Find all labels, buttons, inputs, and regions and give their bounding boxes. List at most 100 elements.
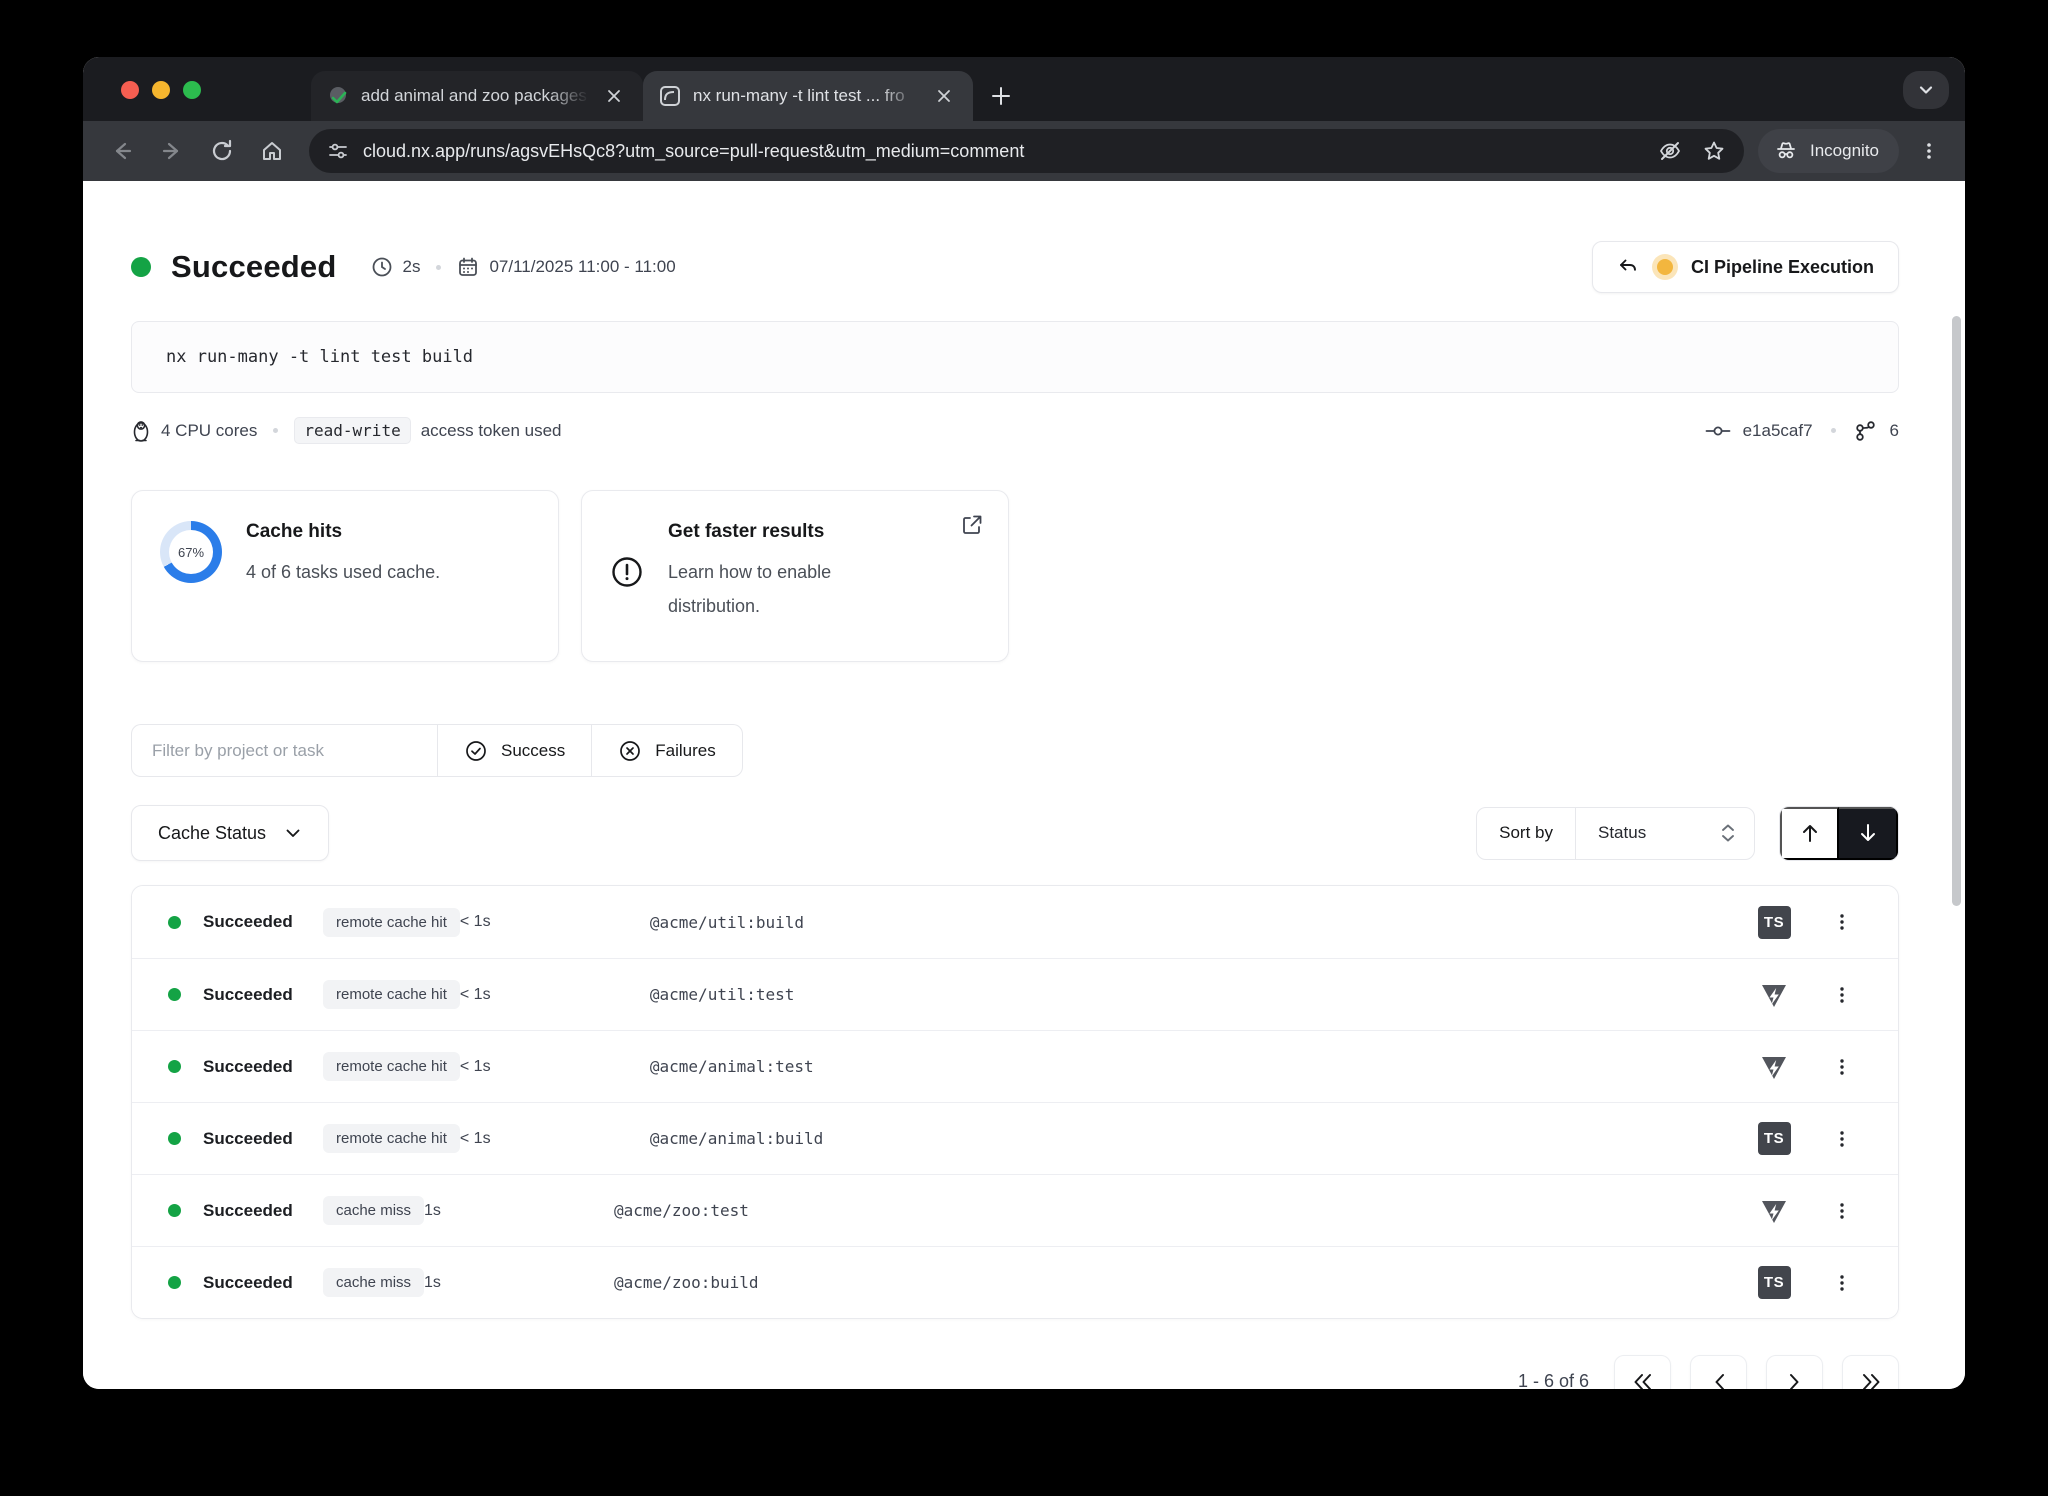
bookmark-star-icon[interactable] xyxy=(1702,139,1726,163)
tab-pull-request[interactable]: add animal and zoo packages xyxy=(311,71,643,121)
task-row[interactable]: Succeeded cache miss 1s @acme/zoo:test xyxy=(132,1174,1898,1246)
row-duration: 1s xyxy=(424,1274,614,1292)
task-row[interactable]: Succeeded remote cache hit < 1s @acme/ut… xyxy=(132,958,1898,1030)
tab-close-icon[interactable] xyxy=(931,83,957,109)
page-scrollbar[interactable] xyxy=(1952,316,1961,906)
tab-strip: add animal and zoo packages nx run-many … xyxy=(83,57,1965,121)
row-menu-icon[interactable] xyxy=(1822,985,1862,1005)
separator-dot xyxy=(1831,428,1836,433)
pagination: 1 - 6 of 6 xyxy=(131,1355,1899,1389)
cache-badge: remote cache hit xyxy=(323,1052,460,1081)
external-link-icon[interactable] xyxy=(960,513,984,537)
task-row[interactable]: Succeeded remote cache hit < 1s @acme/an… xyxy=(132,1030,1898,1102)
typescript-icon: TS xyxy=(1758,1122,1791,1155)
separator-dot xyxy=(436,265,441,270)
sort-control: Sort by Status xyxy=(1476,807,1755,860)
browser-menu-icon[interactable] xyxy=(1909,131,1949,171)
row-menu-icon[interactable] xyxy=(1822,1057,1862,1077)
task-name[interactable]: @acme/util:build xyxy=(650,913,1726,932)
row-status: Succeeded xyxy=(203,1057,305,1077)
task-name[interactable]: @acme/util:test xyxy=(650,985,1726,1004)
task-name[interactable]: @acme/zoo:build xyxy=(614,1273,1726,1292)
task-row[interactable]: Succeeded cache miss 1s @acme/zoo:build … xyxy=(132,1246,1898,1318)
eye-off-icon[interactable] xyxy=(1658,139,1682,163)
distribution-title: Get faster results xyxy=(668,521,831,543)
sort-descending-button[interactable] xyxy=(1839,807,1898,860)
cache-percent-label: 67% xyxy=(178,545,204,560)
address-bar[interactable]: cloud.nx.app/runs/agsvEHsQc8?utm_source=… xyxy=(309,129,1744,173)
cache-badge: remote cache hit xyxy=(323,1124,460,1153)
status-dot xyxy=(168,1132,181,1145)
pipeline-button-label: CI Pipeline Execution xyxy=(1691,257,1874,278)
row-status: Succeeded xyxy=(203,912,305,932)
status-dot xyxy=(168,988,181,1001)
task-name[interactable]: @acme/zoo:test xyxy=(614,1201,1726,1220)
filter-input[interactable] xyxy=(131,724,437,777)
zoom-window-button[interactable] xyxy=(183,81,201,99)
distribution-card[interactable]: Get faster results Learn how to enable d… xyxy=(581,490,1009,662)
close-window-button[interactable] xyxy=(121,81,139,99)
row-status: Succeeded xyxy=(203,1201,305,1221)
url-text[interactable]: cloud.nx.app/runs/agsvEHsQc8?utm_source=… xyxy=(363,141,1644,162)
run-header: Succeeded 2s 07/11/2025 11:00 - 11:00 CI… xyxy=(131,241,1899,293)
previous-page-button[interactable] xyxy=(1690,1355,1747,1389)
row-menu-icon[interactable] xyxy=(1822,1273,1862,1293)
calendar-icon xyxy=(457,256,479,278)
filter-failures-button[interactable]: Failures xyxy=(592,724,742,777)
commit-sha[interactable]: e1a5caf7 xyxy=(1743,421,1813,441)
status-dot xyxy=(131,257,151,277)
tab-title: nx run-many -t lint test ... fro xyxy=(693,86,919,106)
access-token-text: access token used xyxy=(421,421,562,441)
sort-field-select[interactable]: Status xyxy=(1576,808,1754,859)
ci-pipeline-execution-button[interactable]: CI Pipeline Execution xyxy=(1592,241,1899,293)
failures-label: Failures xyxy=(655,741,715,761)
branch-count[interactable]: 6 xyxy=(1890,421,1899,441)
branch-icon xyxy=(1854,419,1878,443)
cache-badge: cache miss xyxy=(323,1268,424,1297)
cache-status-label: Cache Status xyxy=(158,823,266,844)
minimize-window-button[interactable] xyxy=(152,81,170,99)
site-settings-icon[interactable] xyxy=(327,140,349,162)
last-page-button[interactable] xyxy=(1842,1355,1899,1389)
forward-button[interactable] xyxy=(149,128,195,174)
row-menu-icon[interactable] xyxy=(1822,1129,1862,1149)
new-tab-button[interactable] xyxy=(981,76,1021,116)
pagination-label: 1 - 6 of 6 xyxy=(1518,1371,1589,1389)
row-menu-icon[interactable] xyxy=(1822,912,1862,932)
first-page-button[interactable] xyxy=(1614,1355,1671,1389)
vitest-icon xyxy=(1726,979,1822,1011)
distribution-line1: Learn how to enable xyxy=(668,562,831,582)
cache-hits-subtitle: 4 of 6 tasks used cache. xyxy=(246,555,440,589)
task-name[interactable]: @acme/animal:build xyxy=(650,1129,1726,1148)
incognito-label: Incognito xyxy=(1810,141,1879,161)
task-row[interactable]: Succeeded remote cache hit < 1s @acme/ut… xyxy=(132,886,1898,958)
cache-badge: remote cache hit xyxy=(323,908,460,937)
status-dot xyxy=(168,916,181,929)
back-button[interactable] xyxy=(99,128,145,174)
tab-search-button[interactable] xyxy=(1903,71,1949,109)
status-dot xyxy=(168,1060,181,1073)
distribution-line2: distribution. xyxy=(668,596,760,616)
sort-ascending-button[interactable] xyxy=(1780,807,1839,860)
next-page-button[interactable] xyxy=(1766,1355,1823,1389)
nx-cloud-icon xyxy=(659,85,681,107)
tab-close-icon[interactable] xyxy=(601,83,627,109)
cache-hits-card[interactable]: 67% Cache hits 4 of 6 tasks used cache. xyxy=(131,490,559,662)
row-duration: < 1s xyxy=(460,1058,650,1076)
home-button[interactable] xyxy=(249,128,295,174)
task-name[interactable]: @acme/animal:test xyxy=(650,1057,1726,1076)
reload-button[interactable] xyxy=(199,128,245,174)
row-menu-icon[interactable] xyxy=(1822,1201,1862,1221)
tab-nx-cloud-run[interactable]: nx run-many -t lint test ... fro xyxy=(643,71,973,121)
cache-status-dropdown[interactable]: Cache Status xyxy=(131,805,329,861)
sort-direction-group xyxy=(1779,806,1899,861)
row-duration: < 1s xyxy=(460,986,650,1004)
sort-by-label: Sort by xyxy=(1477,808,1576,859)
clock-icon xyxy=(371,256,393,278)
select-chevrons-icon xyxy=(1720,822,1736,844)
filter-success-button[interactable]: Success xyxy=(437,724,592,777)
success-label: Success xyxy=(501,741,565,761)
page-title: Succeeded xyxy=(171,249,337,285)
task-row[interactable]: Succeeded remote cache hit < 1s @acme/an… xyxy=(132,1102,1898,1174)
commit-icon xyxy=(1705,421,1731,441)
